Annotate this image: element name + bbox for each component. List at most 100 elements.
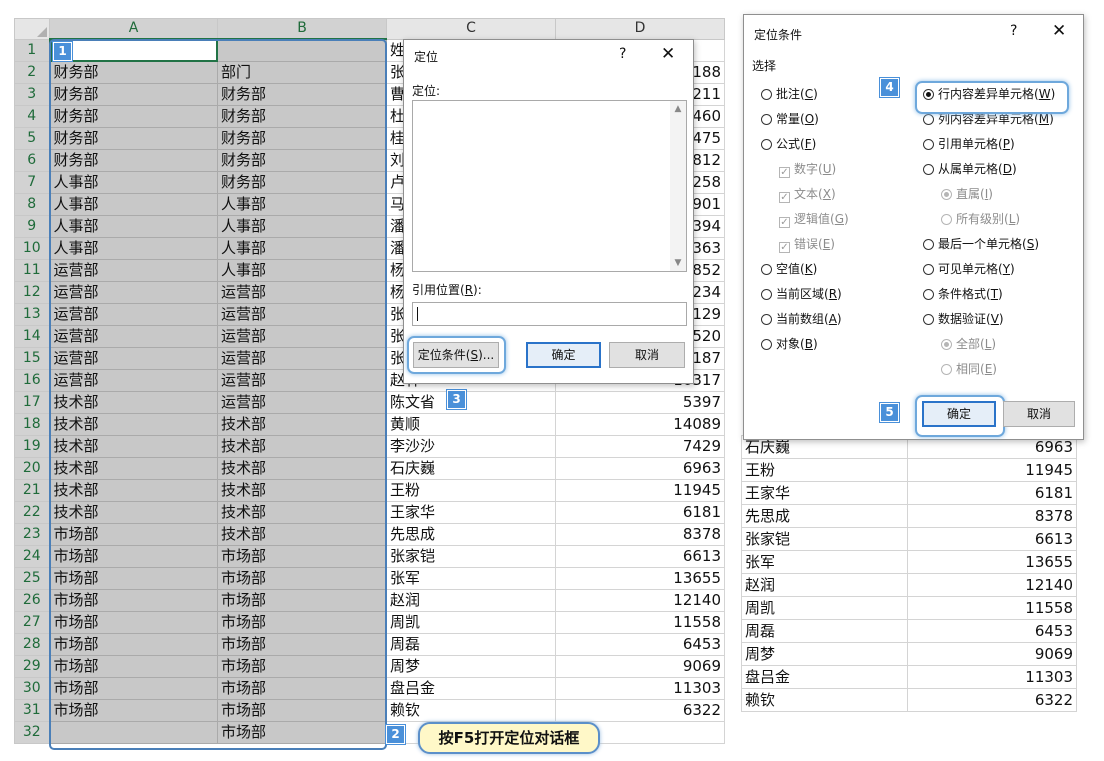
option-right-1[interactable]: 列内容差异单元格(M) xyxy=(923,112,1054,126)
cell-value[interactable]: 13655 xyxy=(907,550,1077,574)
close-icon[interactable]: ✕ xyxy=(661,46,675,63)
row-header[interactable]: 12 xyxy=(14,281,51,304)
cell-a[interactable]: 市场部 xyxy=(49,589,218,612)
radio-icon[interactable] xyxy=(923,264,934,275)
cell-c[interactable]: 周凯 xyxy=(386,611,556,634)
cell-b[interactable]: 市场部 xyxy=(217,567,387,590)
row-header[interactable]: 29 xyxy=(14,655,51,678)
row-header[interactable]: 20 xyxy=(14,457,51,480)
cell-name[interactable]: 先思成 xyxy=(741,504,908,528)
cell-b[interactable]: 技术部 xyxy=(217,523,387,546)
radio-icon[interactable] xyxy=(761,289,772,300)
row-header[interactable]: 6 xyxy=(14,149,51,172)
cell-value[interactable]: 8378 xyxy=(907,504,1077,528)
cell-d[interactable]: 14089 xyxy=(555,413,725,436)
cell-a[interactable]: 技术部 xyxy=(49,413,218,436)
cell-d[interactable]: 6453 xyxy=(555,633,725,656)
column-header-d[interactable]: D xyxy=(555,18,725,40)
cell-c[interactable]: 石庆巍 xyxy=(386,457,556,480)
cell-a[interactable]: 人事部 xyxy=(49,215,218,238)
row-header[interactable]: 19 xyxy=(14,435,51,458)
cell-a[interactable]: 运营部 xyxy=(49,347,218,370)
radio-icon[interactable] xyxy=(761,264,772,275)
cell-b[interactable]: 运营部 xyxy=(217,281,387,304)
row-header[interactable]: 15 xyxy=(14,347,51,370)
option-left-9[interactable]: 当前数组(A) xyxy=(761,312,842,326)
cell-a[interactable]: 市场部 xyxy=(49,545,218,568)
option-right-2[interactable]: 引用单元格(P) xyxy=(923,137,1015,151)
cell-a[interactable]: 市场部 xyxy=(49,633,218,656)
cell-a[interactable]: 人事部 xyxy=(49,193,218,216)
cell-b[interactable]: 财务部 xyxy=(217,83,387,106)
checkbox-checked-icon[interactable]: ✓ xyxy=(779,192,790,203)
option-left-5[interactable]: ✓ 逻辑值(G) xyxy=(779,212,849,228)
cell-name[interactable]: 赖钦 xyxy=(741,688,908,712)
cell-name[interactable]: 盘吕金 xyxy=(741,665,908,689)
cell-a[interactable]: 市场部 xyxy=(49,699,218,722)
row-header[interactable]: 3 xyxy=(14,83,51,106)
special-help-icon[interactable]: ? xyxy=(1010,23,1017,39)
cell-b[interactable]: 技术部 xyxy=(217,501,387,524)
option-right-3[interactable]: 从属单元格(D) xyxy=(923,162,1017,176)
row-header[interactable]: 18 xyxy=(14,413,51,436)
cell-b[interactable]: 技术部 xyxy=(217,413,387,436)
cell-c[interactable]: 黄顺 xyxy=(386,413,556,436)
cell-b[interactable]: 市场部 xyxy=(217,699,387,722)
row-header[interactable]: 11 xyxy=(14,259,51,282)
radio-icon[interactable] xyxy=(941,364,952,375)
option-left-10[interactable]: 对象(B) xyxy=(761,337,818,351)
cell-name[interactable]: 周凯 xyxy=(741,596,908,620)
ok-button[interactable]: 确定 xyxy=(526,342,601,368)
row-header[interactable]: 31 xyxy=(14,699,51,722)
cell-a[interactable]: 市场部 xyxy=(49,611,218,634)
reference-input[interactable] xyxy=(412,302,687,326)
cell-b[interactable]: 运营部 xyxy=(217,369,387,392)
option-right-10[interactable]: 全部(L) xyxy=(941,337,996,351)
checkbox-checked-icon[interactable]: ✓ xyxy=(779,242,790,253)
cell-b[interactable]: 市场部 xyxy=(217,545,387,568)
cell-b[interactable]: 财务部 xyxy=(217,149,387,172)
cell-d[interactable]: 12140 xyxy=(555,589,725,612)
cell-b[interactable]: 人事部 xyxy=(217,259,387,282)
cell-value[interactable]: 11558 xyxy=(907,596,1077,620)
goto-dialog[interactable]: 定位 ? ✕ 定位: ▲ ▼ 引用位置(R): 定位条件(S)... 确定 取消 xyxy=(403,39,694,384)
cell-b[interactable]: 技术部 xyxy=(217,457,387,480)
cell-value[interactable]: 6453 xyxy=(907,619,1077,643)
cell-name[interactable]: 张家铠 xyxy=(741,527,908,551)
option-right-0[interactable]: 行内容差异单元格(W) xyxy=(923,87,1055,101)
row-header[interactable]: 22 xyxy=(14,501,51,524)
row-header[interactable]: 17 xyxy=(14,391,51,414)
cell-value[interactable]: 12140 xyxy=(907,573,1077,597)
cell-b[interactable]: 市场部 xyxy=(217,633,387,656)
cell-d[interactable]: 7429 xyxy=(555,435,725,458)
cell-b[interactable]: 市场部 xyxy=(217,655,387,678)
column-header-a[interactable]: A xyxy=(49,18,218,40)
cell-b[interactable] xyxy=(217,38,387,62)
cell-b[interactable]: 技术部 xyxy=(217,479,387,502)
cancel-button[interactable]: 取消 xyxy=(609,342,685,368)
radio-icon[interactable] xyxy=(923,314,934,325)
row-header[interactable]: 7 xyxy=(14,171,51,194)
cell-name[interactable]: 王粉 xyxy=(741,458,908,482)
cell-c[interactable]: 周磊 xyxy=(386,633,556,656)
cell-a[interactable]: 技术部 xyxy=(49,435,218,458)
cell-c[interactable]: 王粉 xyxy=(386,479,556,502)
cell-a[interactable]: 技术部 xyxy=(49,391,218,414)
cell-value[interactable]: 6322 xyxy=(907,688,1077,712)
radio-selected-icon[interactable] xyxy=(941,339,952,350)
row-header[interactable]: 27 xyxy=(14,611,51,634)
option-right-11[interactable]: 相同(E) xyxy=(941,362,997,376)
row-header[interactable]: 8 xyxy=(14,193,51,216)
option-right-4[interactable]: 直属(I) xyxy=(941,187,993,201)
cell-d[interactable]: 6963 xyxy=(555,457,725,480)
cell-b[interactable]: 运营部 xyxy=(217,347,387,370)
option-left-6[interactable]: ✓ 错误(E) xyxy=(779,237,835,253)
cell-a[interactable]: 技术部 xyxy=(49,501,218,524)
right-sheet-table[interactable]: 石庆巍 6963 王粉 11945 王家华 6181 先思成 8378 张家铠 6613 张军 136… xyxy=(741,435,1077,712)
row-header[interactable]: 1 xyxy=(14,38,51,62)
cell-a[interactable]: 运营部 xyxy=(49,281,218,304)
row-header[interactable]: 30 xyxy=(14,677,51,700)
goto-reference-list[interactable]: ▲ ▼ xyxy=(412,100,687,272)
cell-b[interactable]: 人事部 xyxy=(217,215,387,238)
cell-a[interactable]: 人事部 xyxy=(49,171,218,194)
